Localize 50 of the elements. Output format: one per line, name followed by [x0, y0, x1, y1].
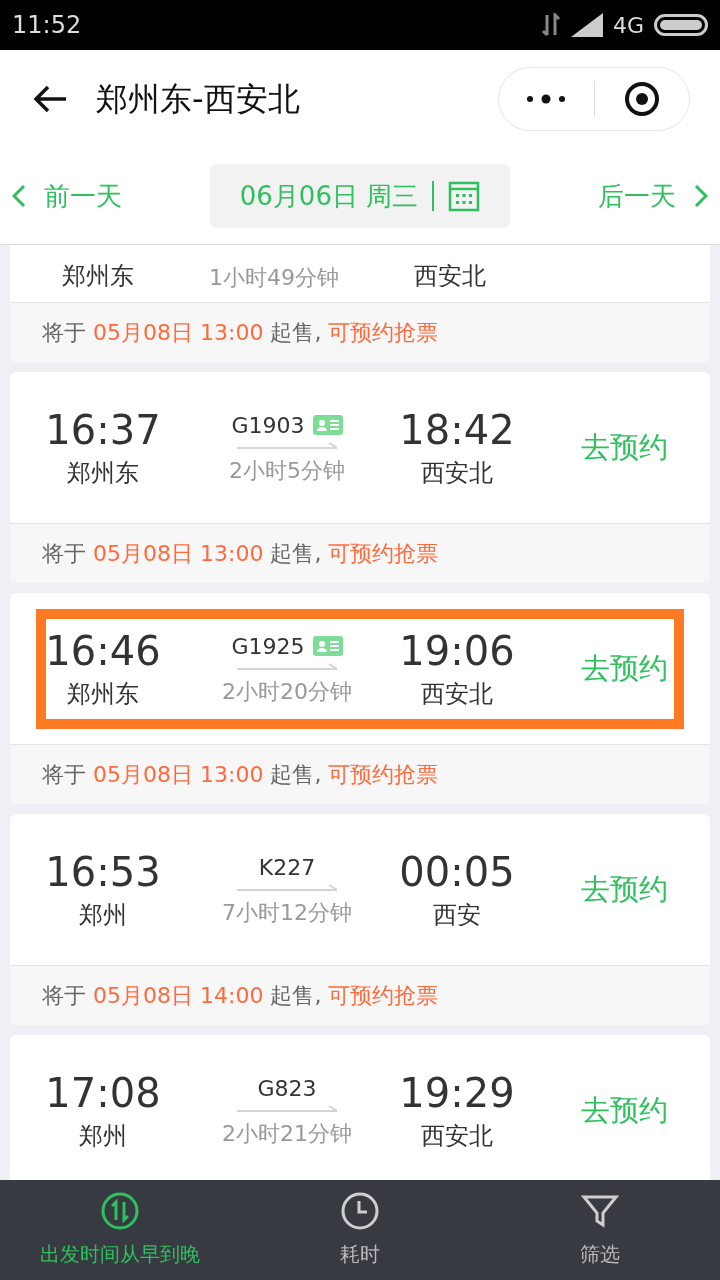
arrival-station: 西安 — [433, 899, 481, 931]
departure-time: 16:46 — [45, 626, 161, 676]
train-number: K227 — [258, 853, 316, 882]
bottom-tab[interactable]: 出发时间从早到晚 — [0, 1180, 240, 1280]
trip-duration: 1小时49分钟 — [208, 264, 340, 292]
bottom-tab[interactable]: 耗时 — [240, 1180, 480, 1280]
arrival-station: 西安北 — [421, 678, 493, 710]
departure-station: 郑州 — [79, 1120, 127, 1152]
train-number: G1903 — [231, 411, 305, 440]
network-label: 4G — [612, 11, 644, 40]
departure-station: 郑州东 — [67, 678, 139, 710]
sort-icon — [100, 1191, 140, 1231]
arrival-time: 19:29 — [399, 1068, 515, 1118]
id-card-icon — [312, 415, 343, 435]
trip-duration: 2小时20分钟 — [222, 678, 352, 706]
departure-time: 16:37 — [45, 405, 161, 455]
sale-notice: 将于 05月08日 13:00 起售, 可预约抢票 — [42, 761, 439, 789]
battery-icon — [654, 13, 708, 37]
bottom-tab[interactable]: 筛选 — [480, 1180, 720, 1280]
train-number: G823 — [257, 1074, 317, 1103]
target-icon — [623, 81, 660, 117]
arrival-time: 18:42 — [399, 405, 515, 455]
trip-duration: 2小时21分钟 — [222, 1120, 352, 1148]
chevron-right-icon — [694, 184, 708, 208]
data-transfer-icon — [540, 13, 561, 37]
chevron-left-icon — [12, 184, 26, 208]
trip-duration: 2小时5分钟 — [229, 457, 345, 485]
id-card-icon — [312, 636, 343, 656]
page-title: 郑州东-西安北 — [96, 79, 301, 120]
arrival-time: 19:06 — [399, 626, 515, 676]
departure-station: 郑州东 — [67, 457, 139, 489]
status-time: 11:52 — [12, 10, 82, 41]
departure-station: 郑州东 — [61, 261, 135, 292]
clock-icon — [340, 1191, 380, 1231]
calendar-icon — [448, 180, 481, 212]
departure-time: 16:53 — [45, 847, 161, 897]
train-number: G1925 — [231, 632, 305, 661]
arrival-station: 西安北 — [413, 261, 487, 292]
sale-notice: 将于 05月08日 14:00 起售, 可预约抢票 — [42, 982, 439, 1010]
signal-icon — [570, 13, 603, 37]
train-row[interactable]: 16:46 郑州东 G1925 2小时20分钟 19:06 西安北 去预约 — [36, 608, 684, 729]
trip-duration: 7小时12分钟 — [222, 899, 352, 927]
arrival-station: 西安北 — [421, 1120, 493, 1152]
arrival-station: 西安北 — [421, 457, 493, 489]
more-icon — [526, 94, 567, 104]
departure-time: 17:08 — [45, 1068, 161, 1118]
sale-notice: 将于 05月08日 13:00 起售, 可预约抢票 — [42, 319, 439, 347]
sale-notice: 将于 05月08日 13:00 起售, 可预约抢票 — [42, 540, 439, 568]
departure-station: 郑州 — [79, 899, 127, 931]
arrival-time: 00:05 — [399, 847, 515, 897]
